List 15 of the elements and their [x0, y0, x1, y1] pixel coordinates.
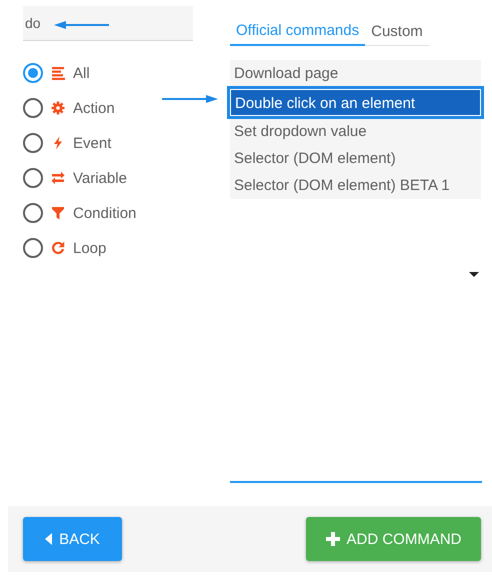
filter-label[interactable]: Condition: [73, 204, 136, 222]
search-field[interactable]: do: [23, 6, 193, 41]
command-item[interactable]: Selector (DOM element): [230, 145, 481, 172]
command-item[interactable]: Double click on an element: [230, 89, 481, 116]
tab[interactable]: Official commands: [230, 11, 366, 46]
back-button[interactable]: BACK: [23, 517, 122, 561]
filter-label[interactable]: Action: [73, 100, 115, 116]
command-item[interactable]: Set dropdown value: [230, 118, 481, 145]
filter-label[interactable]: Event: [73, 134, 112, 152]
command-item[interactable]: Selector (DOM element) BETA 1: [230, 172, 481, 199]
filter-label[interactable]: Loop: [73, 240, 106, 256]
tab[interactable]: Custom: [365, 11, 429, 46]
filter-label[interactable]: Variable: [73, 170, 127, 186]
command-item[interactable]: Download page: [230, 60, 481, 87]
filter-label[interactable]: All: [73, 64, 90, 82]
